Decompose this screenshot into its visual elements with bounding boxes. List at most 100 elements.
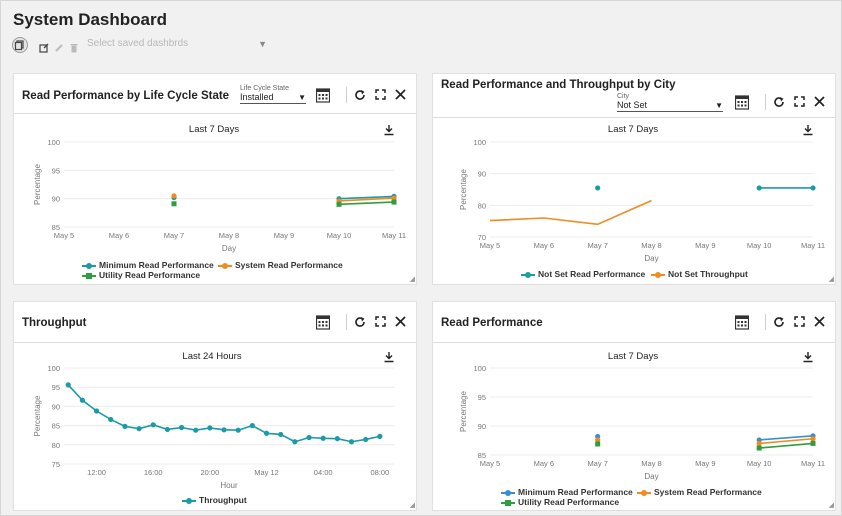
- legend-label: Utility Read Performance: [99, 270, 201, 280]
- resize-handle[interactable]: ◢: [829, 501, 834, 509]
- y-axis-label: Percentage: [459, 390, 468, 431]
- legend-label: System Read Performance: [235, 260, 343, 270]
- data-point: [193, 427, 199, 433]
- legend-label: Minimum Read Performance: [99, 260, 214, 270]
- x-tick-label: May 5: [480, 459, 500, 468]
- pencil-icon[interactable]: [54, 40, 64, 52]
- x-tick-label: 16:00: [144, 468, 163, 477]
- data-point: [348, 439, 355, 445]
- x-tick-label: May 11: [801, 241, 825, 250]
- data-point: [810, 436, 816, 442]
- series-line: [67, 384, 381, 443]
- data-point: [363, 436, 369, 443]
- x-tick-label: 04:00: [314, 468, 333, 477]
- y-tick-label: 90: [52, 402, 60, 411]
- legend-item[interactable]: Minimum Read Performance: [82, 260, 214, 270]
- panel-read-performance: Read Performance Last 7 Days 85 90 95 100 Ma…: [432, 301, 836, 511]
- legend-item[interactable]: System Read Performance: [218, 260, 343, 270]
- data-point: [292, 439, 298, 445]
- x-tick-label: May 10: [327, 231, 352, 240]
- y-axis-label: Percentage: [459, 168, 468, 209]
- data-point: [278, 431, 284, 438]
- trash-icon[interactable]: [69, 40, 79, 53]
- x-axis-label: Day: [644, 254, 658, 263]
- x-tick-label: May 9: [695, 241, 715, 250]
- legend-item[interactable]: Throughput: [182, 495, 247, 505]
- y-tick-label: 95: [52, 383, 60, 392]
- x-axis-label: Hour: [220, 481, 238, 490]
- y-tick-label: 100: [47, 364, 60, 373]
- legend-label: Minimum Read Performance: [518, 487, 633, 497]
- x-tick-label: May 7: [587, 459, 607, 468]
- y-tick-label: 90: [52, 195, 60, 204]
- legend-label: Utility Read Performance: [518, 497, 620, 507]
- series-line: [759, 442, 814, 449]
- resize-handle[interactable]: ◢: [410, 275, 415, 283]
- x-tick-label: May 6: [534, 459, 554, 468]
- page-title: System Dashboard: [13, 10, 167, 29]
- data-point: [391, 199, 397, 205]
- data-point: [334, 436, 340, 442]
- x-tick-label: May 5: [54, 231, 74, 240]
- panel-read-performance-by-lifecycle: Read Performance by Life Cycle State Lif…: [13, 73, 417, 285]
- y-tick-label: 80: [52, 441, 60, 450]
- y-tick-label: 80: [478, 201, 486, 210]
- data-point: [336, 201, 342, 207]
- data-point: [108, 416, 114, 423]
- series-line: [338, 201, 395, 206]
- data-point: [207, 425, 213, 431]
- data-point: [810, 185, 816, 191]
- y-tick-label: 100: [473, 364, 486, 373]
- legend-label: System Read Performance: [654, 487, 762, 497]
- legend-label: Not Set Read Performance: [538, 269, 646, 279]
- dashboard-frame: System Dashboard Select saved dashbrds ▼…: [0, 0, 842, 516]
- data-point: [263, 430, 270, 436]
- data-point: [756, 440, 762, 446]
- resize-handle[interactable]: ◢: [410, 501, 415, 509]
- legend-label: Throughput: [199, 495, 247, 505]
- x-tick-label: May 5: [480, 241, 500, 250]
- data-point: [595, 441, 601, 447]
- data-point: [756, 445, 762, 451]
- legend-item[interactable]: Not Set Throughput: [651, 269, 748, 279]
- data-point: [595, 185, 601, 191]
- data-point: [122, 423, 128, 429]
- line-chart: 75 80 85 90 95 100 12:00 16:00 20:00 May 12 04:00 0…: [33, 364, 394, 490]
- legend-item[interactable]: Utility Read Performance: [501, 497, 619, 507]
- resize-handle[interactable]: ◢: [829, 275, 834, 283]
- legend-item[interactable]: System Read Performance: [637, 487, 762, 497]
- y-tick-label: 100: [473, 138, 486, 147]
- x-tick-label: May 10: [747, 459, 772, 468]
- x-tick-label: May 12: [254, 468, 279, 477]
- x-tick-label: May 7: [587, 241, 607, 250]
- x-tick-label: 08:00: [370, 468, 389, 477]
- x-tick-label: May 9: [695, 459, 715, 468]
- saved-dashboard-placeholder: Select saved dashbrds: [87, 38, 189, 49]
- saved-dashboard-select[interactable]: Select saved dashbrds ▼: [87, 38, 277, 53]
- data-point: [136, 426, 142, 432]
- data-point: [306, 434, 312, 441]
- data-point: [171, 193, 177, 199]
- x-tick-label: 20:00: [200, 468, 219, 477]
- x-tick-label: May 7: [164, 231, 184, 240]
- edit-dashboard-icon[interactable]: [39, 40, 49, 53]
- dashboard-selector-button[interactable]: [12, 37, 28, 53]
- legend-item[interactable]: Minimum Read Performance: [501, 487, 633, 497]
- x-tick-label: May 8: [641, 241, 661, 250]
- legend-item[interactable]: Utility Read Performance: [82, 270, 200, 280]
- data-point: [377, 433, 383, 439]
- data-point: [756, 185, 762, 191]
- x-tick-label: May 8: [219, 231, 239, 240]
- x-tick-label: May 6: [534, 241, 554, 250]
- data-point: [93, 408, 100, 414]
- line-chart: 859095100May 5 May 6 May 7 May 8 May 9 May 10…: [459, 364, 825, 481]
- chevron-down-icon: ▼: [258, 39, 267, 49]
- legend-label: Not Set Throughput: [668, 269, 748, 279]
- data-point: [810, 440, 816, 446]
- x-axis-label: Day: [222, 244, 236, 253]
- series-line: [489, 199, 652, 226]
- x-tick-label: May 11: [382, 231, 406, 240]
- line-chart: 708090100May 5 May 6 May 7 May 8 May 9 May 10…: [459, 138, 825, 263]
- y-tick-label: 85: [52, 422, 60, 431]
- legend-item[interactable]: Not Set Read Performance: [521, 269, 645, 279]
